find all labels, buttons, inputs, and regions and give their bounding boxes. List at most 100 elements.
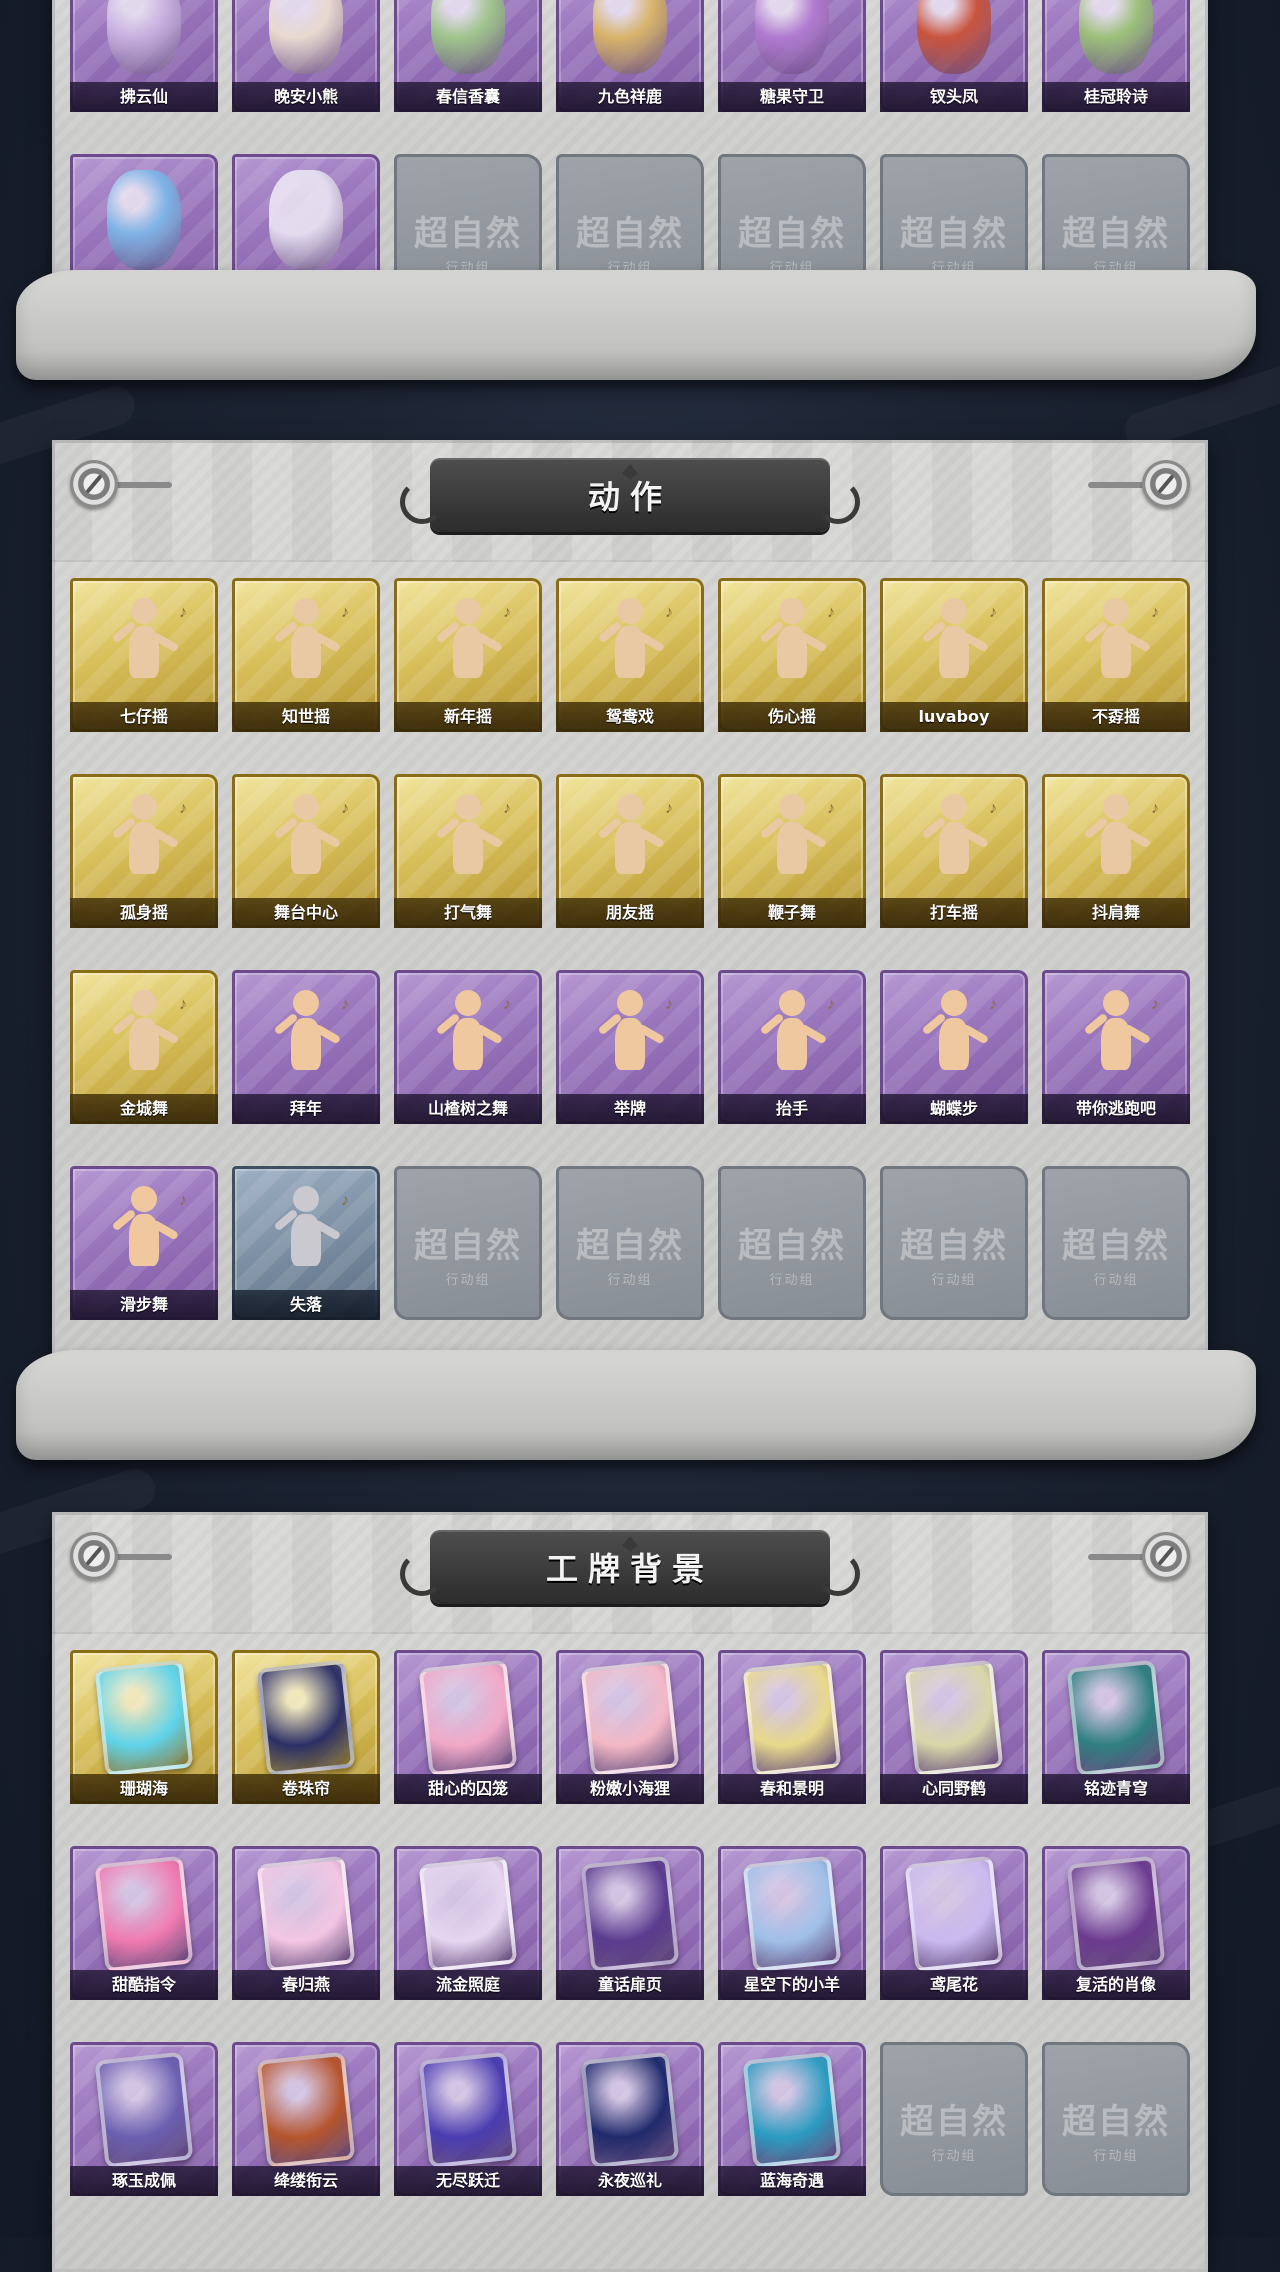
collection-card[interactable]: 卷珠帘 [232, 1650, 380, 1804]
badge-frame-icon [256, 1855, 356, 1973]
collection-card[interactable]: 星空下的小羊 [718, 1846, 866, 2000]
collection-card[interactable]: 铭迹青穹 [1042, 1650, 1190, 1804]
collection-card[interactable]: 蓝海奇遇 [718, 2042, 866, 2196]
collection-card[interactable]: 桂冠聆诗 [1042, 0, 1190, 112]
collection-card[interactable]: 复活的肖像 [1042, 1846, 1190, 2000]
collection-card[interactable]: 甜心的囚笼 [394, 1650, 542, 1804]
collection-card[interactable]: ♪ luvaboy [880, 578, 1028, 732]
watermark-sub: 行动组 [931, 1272, 977, 1287]
collection-card[interactable]: ♪ 蝴蝶步 [880, 970, 1028, 1124]
watermark-logo: 超自然 行动组 [1042, 206, 1190, 276]
collection-card[interactable]: 鸢尾花 [880, 1846, 1028, 2000]
collection-card[interactable]: ♪ 打气舞 [394, 774, 542, 928]
collection-card[interactable]: 拂云仙 [70, 0, 218, 112]
card-label: 糖果守卫 [718, 82, 866, 112]
watermark-main: 超自然 [414, 214, 522, 254]
watermark-sub: 行动组 [607, 1272, 653, 1287]
card-label: 伤心摇 [718, 702, 866, 732]
actions-panel-scroll-end [16, 1350, 1256, 1460]
badge-frame-icon [94, 1855, 194, 1973]
collection-card[interactable]: ♪ 鞭子舞 [718, 774, 866, 928]
collection-card[interactable]: ♪ 舞台中心 [232, 774, 380, 928]
collection-card[interactable]: ♪ 鸳鸯戏 [556, 578, 704, 732]
collection-card[interactable]: 春和景明 [718, 1650, 866, 1804]
card-label: 甜心的囚笼 [394, 1774, 542, 1804]
music-note-icon: ♪ [179, 1192, 187, 1209]
collection-card[interactable]: 无尽跃迁 [394, 2042, 542, 2196]
watermark-logo: 超自然 行动组 [556, 206, 704, 276]
collection-card[interactable]: 甜酷指令 [70, 1846, 218, 2000]
collection-card[interactable]: 琢玉成佩 [70, 2042, 218, 2196]
collection-card[interactable]: ♪ 孤身摇 [70, 774, 218, 928]
badge-frame-icon [904, 1659, 1004, 1777]
collection-card[interactable]: ♪ 金城舞 [70, 970, 218, 1124]
dancer-head-shape [779, 598, 805, 624]
card-label: 知世摇 [232, 702, 380, 732]
collection-card[interactable]: 童话扉页 [556, 1846, 704, 2000]
watermark-sub: 行动组 [1093, 1272, 1139, 1287]
watermark-main: 超自然 [738, 214, 846, 254]
watermark-logo: 超自然 行动组 [880, 206, 1028, 276]
dancer-silhouette-icon: ♪ [261, 794, 351, 894]
collection-card[interactable]: ♪ 打车摇 [880, 774, 1028, 928]
card-label: 星空下的小羊 [718, 1970, 866, 2000]
locked-slot: 超自然 行动组 [1042, 2042, 1190, 2196]
collection-card[interactable]: 绛缕衔云 [232, 2042, 380, 2196]
dancer-head-shape [1103, 794, 1129, 820]
locked-slot: 超自然 行动组 [394, 1166, 542, 1320]
collection-card[interactable]: ♪ 抬手 [718, 970, 866, 1124]
collection-card[interactable]: ♪ 举牌 [556, 970, 704, 1124]
dancer-head-shape [617, 794, 643, 820]
dancer-head-shape [779, 794, 805, 820]
card-label: 抖肩舞 [1042, 898, 1190, 928]
locked-slot: 超自然 行动组 [880, 1166, 1028, 1320]
collection-card[interactable]: 钗头凤 [880, 0, 1028, 112]
collection-card[interactable]: 心同野鹤 [880, 1650, 1028, 1804]
card-label: 七仔摇 [70, 702, 218, 732]
collection-card[interactable]: 九色祥鹿 [556, 0, 704, 112]
collection-card[interactable]: ♪ 失落 [232, 1166, 380, 1320]
music-note-icon: ♪ [179, 604, 187, 621]
actions-panel: 动作 ♪ 七仔摇 ♪ 知世摇 ♪ 新年摇 ♪ 鸳鸯戏 ♪ 伤心摇 ♪ luvaboy ♪ 不孬摇 ♪ 孤身摇 ♪… [52, 440, 1208, 1400]
collection-card[interactable]: ♪ 知世摇 [232, 578, 380, 732]
collection-card[interactable]: 粉嫩小海狸 [556, 1650, 704, 1804]
collection-card[interactable]: ♪ 伤心摇 [718, 578, 866, 732]
collection-card[interactable]: ♪ 拜年 [232, 970, 380, 1124]
card-label: 孤身摇 [70, 898, 218, 928]
collection-card[interactable]: ♪ 带你逃跑吧 [1042, 970, 1190, 1124]
collection-card[interactable]: ♪ 抖肩舞 [1042, 774, 1190, 928]
watermark-sub: 行动组 [931, 2148, 977, 2163]
dancer-head-shape [455, 794, 481, 820]
dancer-head-shape [941, 990, 967, 1016]
watermark-main: 超自然 [414, 1226, 522, 1266]
collection-card[interactable]: 永夜巡礼 [556, 2042, 704, 2196]
collection-card[interactable]: 糖果守卫 [718, 0, 866, 112]
watermark-logo: 超自然 行动组 [556, 1218, 704, 1288]
watermark-main: 超自然 [900, 1226, 1008, 1266]
music-note-icon: ♪ [665, 604, 673, 621]
dancer-silhouette-icon: ♪ [585, 990, 675, 1090]
watermark-main: 超自然 [1062, 214, 1170, 254]
collection-card[interactable]: 春归燕 [232, 1846, 380, 2000]
card-label: 春归燕 [232, 1970, 380, 2000]
collection-card[interactable]: ♪ 新年摇 [394, 578, 542, 732]
dancer-head-shape [293, 1186, 319, 1212]
collection-card[interactable]: ♪ 滑步舞 [70, 1166, 218, 1320]
music-note-icon: ♪ [989, 800, 997, 817]
collection-card[interactable]: 晚安小熊 [232, 0, 380, 112]
watermark-main: 超自然 [576, 1226, 684, 1266]
collection-card[interactable]: 流金照庭 [394, 1846, 542, 2000]
collection-card[interactable]: ♪ 七仔摇 [70, 578, 218, 732]
collection-card[interactable]: 春信香囊 [394, 0, 542, 112]
dancer-silhouette-icon: ♪ [423, 990, 513, 1090]
card-label: 春信香囊 [394, 82, 542, 112]
collection-card[interactable]: ♪ 山楂树之舞 [394, 970, 542, 1124]
card-label: 粉嫩小海狸 [556, 1774, 704, 1804]
dancer-head-shape [455, 598, 481, 624]
dancer-head-shape [941, 598, 967, 624]
collection-card[interactable]: ♪ 朋友摇 [556, 774, 704, 928]
collection-card[interactable]: 珊瑚海 [70, 1650, 218, 1804]
compass-icon [70, 1532, 118, 1580]
music-note-icon: ♪ [503, 604, 511, 621]
collection-card[interactable]: ♪ 不孬摇 [1042, 578, 1190, 732]
